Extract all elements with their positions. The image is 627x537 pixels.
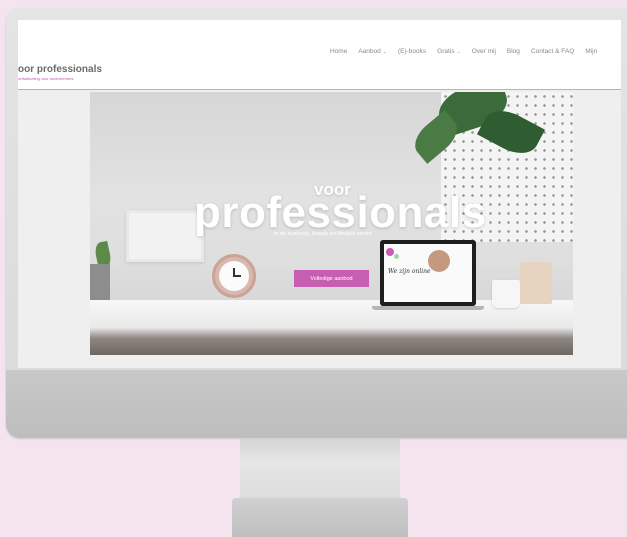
- site-logo[interactable]: oor professionals: [18, 64, 102, 75]
- volledige-aanbod-button[interactable]: Volledige aanbod: [294, 270, 369, 287]
- clock-face: [219, 261, 249, 291]
- chevron-down-icon: ⌄: [456, 48, 461, 55]
- laptop-display: We zijn online: [384, 244, 472, 302]
- decor-dot: [394, 254, 399, 259]
- nav-item-aanbod[interactable]: Aanbod ⌄: [358, 48, 387, 55]
- monitor-stand-base: [232, 498, 408, 537]
- hero-banner: We zijn online voor professionals in de …: [90, 92, 573, 355]
- main-nav: Home Aanbod ⌄ (E)-books Gratis ⌄ Over mij …: [330, 48, 597, 55]
- decor-dot: [386, 248, 394, 256]
- laptop-caption: We zijn online: [388, 268, 431, 275]
- nav-item-ebooks[interactable]: (E)-books: [398, 48, 426, 55]
- alarm-clock-image: [212, 254, 256, 298]
- laptop-image: We zijn online: [380, 240, 476, 306]
- nav-label: Home: [330, 48, 348, 55]
- nav-label: Blog: [506, 48, 520, 55]
- nav-item-over-mij[interactable]: Over mij: [472, 48, 496, 55]
- wall-frame-image: [126, 210, 204, 262]
- monitor-stand: [240, 438, 400, 500]
- site-tagline: ontwikkeling voor ondernemers: [18, 76, 74, 81]
- nav-item-contact[interactable]: Contact & FAQ: [531, 48, 574, 55]
- nav-label: Gratis: [437, 48, 455, 55]
- avatar: [428, 250, 450, 272]
- monitor-chin: [6, 370, 627, 438]
- nav-label: Over mij: [471, 48, 496, 55]
- plant-pot-image: [90, 264, 110, 302]
- hero-subtitle: in de huidzorg, beauty en lifestyle sect…: [274, 231, 373, 237]
- nav-item-home[interactable]: Home: [330, 48, 347, 55]
- clock-hand: [233, 275, 241, 277]
- nav-item-mijn[interactable]: Mijn: [585, 48, 597, 55]
- pen-jar-image: [520, 262, 552, 304]
- site-header: oor professionals ontwikkeling voor onde…: [18, 20, 621, 90]
- nav-label: Contact & FAQ: [530, 48, 575, 55]
- desk-image: [90, 300, 573, 355]
- nav-label: Aanbod: [358, 48, 381, 55]
- nav-item-blog[interactable]: Blog: [507, 48, 520, 55]
- chevron-down-icon: ⌄: [382, 48, 387, 55]
- nav-item-gratis[interactable]: Gratis ⌄: [437, 48, 461, 55]
- laptop-base: [372, 306, 484, 310]
- screen: oor professionals ontwikkeling voor onde…: [18, 20, 621, 368]
- mug-image: [492, 280, 520, 308]
- nav-label: (E)-books: [397, 48, 427, 55]
- nav-label: Mijn: [585, 48, 598, 55]
